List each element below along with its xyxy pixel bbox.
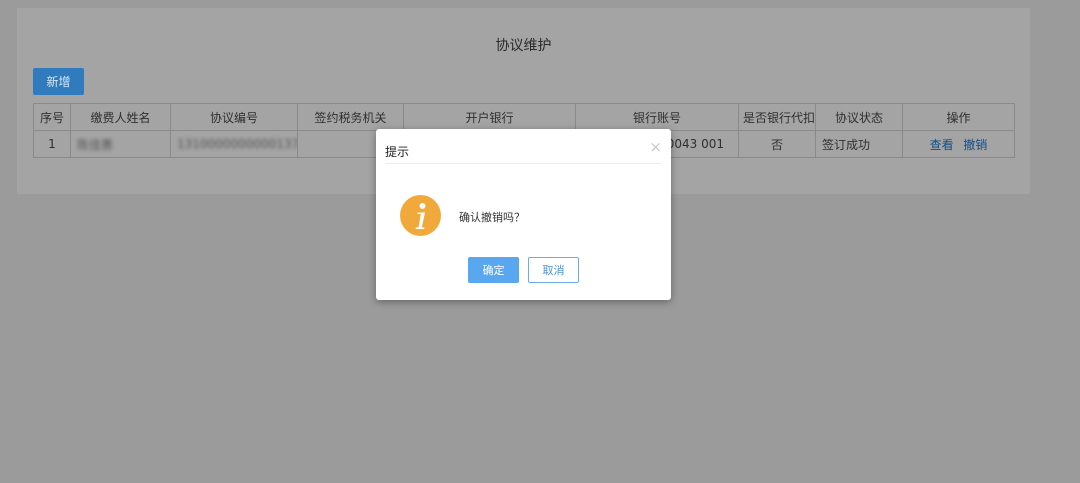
dialog-message: 确认撤销吗？	[459, 211, 525, 224]
column-header-bank-deduct: 是否银行代扣	[738, 103, 816, 131]
cell-bank-deduct: 否	[738, 130, 816, 158]
column-header-bank: 开户银行	[403, 103, 576, 131]
revoke-link[interactable]: 撤销	[963, 138, 987, 152]
table-header-row: 序号 缴费人姓名 协议编号 签约税务机关 开户银行 银行账号 是否银行代扣 协议…	[33, 103, 1015, 131]
cell-agreement-no: 1310000000000137 .	[170, 130, 298, 158]
info-circle-icon	[400, 195, 441, 236]
dialog-header: 提示 ×	[376, 129, 671, 163]
cell-actions: 查看 撤销	[902, 130, 1015, 158]
agreement-no-text: 1310000000000137 .	[177, 137, 298, 151]
cell-payer-name: 陈佳惠	[70, 130, 171, 158]
view-link[interactable]: 查看	[930, 138, 954, 152]
column-header-status: 协议状态	[815, 103, 903, 131]
close-icon[interactable]: ×	[649, 140, 662, 155]
add-button[interactable]: 新增	[33, 68, 84, 95]
cell-status: 签订成功	[815, 130, 903, 158]
column-header-payer-name: 缴费人姓名	[70, 103, 171, 131]
dialog-title: 提示	[385, 145, 410, 159]
cancel-button[interactable]: 取消	[528, 257, 579, 283]
cell-index: 1	[33, 130, 71, 158]
dialog-divider	[385, 163, 662, 164]
column-header-tax-office: 签约税务机关	[297, 103, 404, 131]
payer-name-text: 陈佳惠	[77, 137, 114, 152]
column-header-index: 序号	[33, 103, 71, 131]
column-header-agreement-no: 协议编号	[170, 103, 298, 131]
confirm-button[interactable]: 确定	[468, 257, 519, 283]
column-header-actions: 操作	[902, 103, 1015, 131]
page-title: 协议维护	[495, 38, 552, 54]
column-header-account: 银行账号	[575, 103, 739, 131]
confirm-dialog: 提示 × 确认撤销吗？ 确定 取消	[376, 129, 671, 300]
